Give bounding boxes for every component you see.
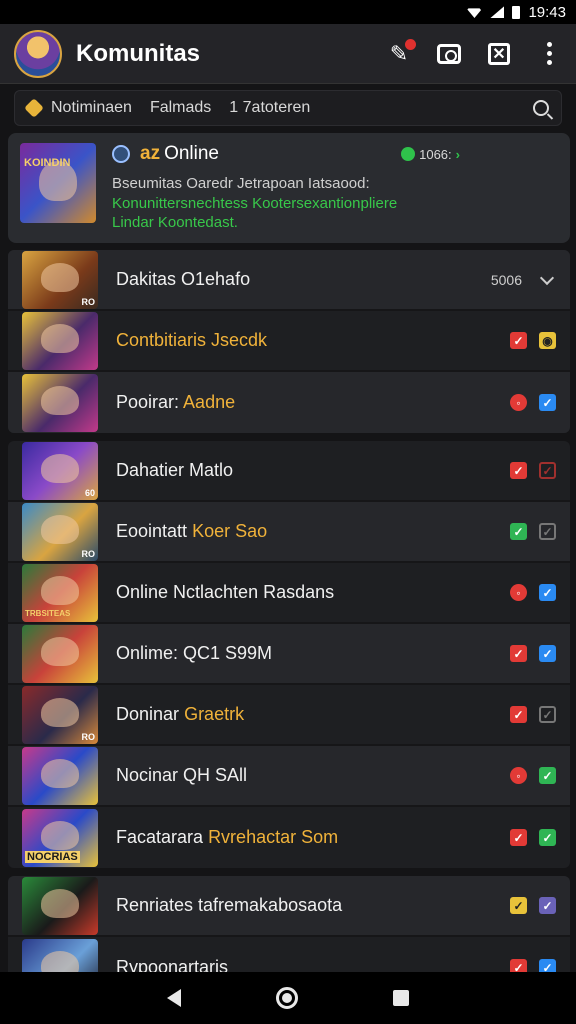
checkbox-checked[interactable]: ✓ xyxy=(539,767,556,784)
online-subtext: Konunittersnechtess Kootersexantionplier… xyxy=(112,195,398,231)
list-item[interactable]: RO Eoointatt Koer Sao ✓ ✓ xyxy=(8,502,570,563)
notification-badge xyxy=(405,38,416,50)
app-bar: Komunitas ✎ ✕ xyxy=(0,24,576,84)
online-title: Online xyxy=(164,143,219,164)
edit-icon[interactable]: ✎ xyxy=(386,38,416,67)
list-item[interactable]: Contbitiaris Jsecdk ✓ ◉ xyxy=(8,311,570,372)
camera-button[interactable] xyxy=(436,41,462,67)
list-item-label: Onlime: QC1 S99M xyxy=(116,643,273,663)
community-thumbnail xyxy=(22,624,98,683)
status-check-icon[interactable]: ✓ xyxy=(510,332,527,349)
list-item-label: Renriates tafremakabosaota xyxy=(116,895,343,915)
list-item[interactable]: NOCRIAS Facatarara Rvrehactar Som ✓ ✓ xyxy=(8,807,570,868)
globe-icon xyxy=(112,145,130,163)
status-check-icon[interactable]: ✓ xyxy=(510,897,527,914)
online-description: Bseumitas Oaredr Jetrapoan Iatsaood: xyxy=(112,175,370,192)
list-item[interactable]: RO Doninar Graetrk ✓ ✓ xyxy=(8,685,570,746)
status-check-icon[interactable]: ✓ xyxy=(510,645,527,662)
list-item-label: Facatarara Rvrehactar Som xyxy=(116,827,339,847)
community-thumbnail: KOINDIN xyxy=(20,143,96,223)
checkbox-checked[interactable]: ✓ xyxy=(539,645,556,662)
thumbnail-label: KOINDIN xyxy=(24,157,71,169)
status-check-icon[interactable]: ✓ xyxy=(510,706,527,723)
more-menu-button[interactable] xyxy=(536,41,562,67)
page-title: Komunitas xyxy=(76,39,201,67)
list-item-header[interactable]: RO Dakitas O1ehafo 5006 xyxy=(8,250,570,311)
online-status-icon xyxy=(401,147,416,161)
checkbox-checked[interactable]: ✓ xyxy=(539,829,556,846)
chevron-right-icon: › xyxy=(455,146,460,162)
list-item[interactable]: Pooirar: Aadne ◦ ✓ xyxy=(8,372,570,433)
chevron-down-icon[interactable] xyxy=(539,270,555,285)
checkbox-checked[interactable]: ✓ xyxy=(539,584,556,601)
list-item[interactable]: Nocinar QH SAll ◦ ✓ xyxy=(8,746,570,807)
gamepad-button[interactable]: ✕ xyxy=(486,41,512,67)
filter-falmads[interactable]: Falmads xyxy=(150,99,211,117)
community-thumbnail: RO xyxy=(22,502,98,561)
list-item-label: Pooirar: Aadne xyxy=(116,392,236,412)
list-item-label: Doninar Graetrk xyxy=(116,704,245,724)
app-bar-actions: ✎ ✕ xyxy=(386,38,562,67)
community-thumbnail: NOCRIAS xyxy=(22,808,98,867)
community-thumbnail: TRBSITEAS xyxy=(22,563,98,622)
status-check-icon[interactable]: ✓ xyxy=(510,523,527,540)
checkbox-unchecked[interactable]: ✓ xyxy=(539,706,556,723)
camera-icon xyxy=(437,43,461,64)
filter-notifications[interactable]: Notiminaen xyxy=(51,99,132,117)
community-thumbnail xyxy=(22,373,98,432)
checkbox-unchecked[interactable]: ✓ xyxy=(539,462,556,479)
wifi-icon xyxy=(466,8,483,18)
checkbox-checked[interactable]: ✓ xyxy=(539,897,556,914)
list-item-label: Dahatier Matlo xyxy=(116,460,234,480)
online-card[interactable]: KOINDIN az Online 1066: › Bseumitas Oare… xyxy=(8,133,570,243)
system-nav-bar xyxy=(0,972,576,1024)
alert-icon[interactable]: ◦ xyxy=(510,767,527,784)
list-item-label: Eoointatt Koer Sao xyxy=(116,521,268,541)
community-list: RO Dakitas O1ehafo 5006 Contbitiaris Jse… xyxy=(8,250,570,1006)
alert-icon[interactable]: ◦ xyxy=(510,584,527,601)
signal-icon xyxy=(490,6,505,18)
list-item-label: Nocinar QH SAll xyxy=(116,765,248,785)
list-item-label: Online Nctlachten Rasdans xyxy=(116,582,335,602)
back-icon[interactable] xyxy=(167,989,182,1007)
more-vert-icon xyxy=(546,42,552,65)
recents-icon[interactable] xyxy=(392,990,409,1006)
list-item[interactable]: Onlime: QC1 S99M ✓ ✓ xyxy=(8,624,570,685)
status-time: 19:43 xyxy=(528,3,566,21)
checkbox-checked[interactable]: ✓ xyxy=(539,394,556,411)
list-item[interactable]: Renriates tafremakabosaota ✓ ✓ xyxy=(8,876,570,937)
list-item-label: Dakitas O1ehafo xyxy=(116,269,251,289)
status-check-icon[interactable]: ✓ xyxy=(510,462,527,479)
list-item[interactable]: 60 Dahatier Matlo ✓ ✓ xyxy=(8,441,570,502)
search-bar[interactable]: Notiminaen Falmads 1 7atoteren xyxy=(14,90,562,126)
home-icon[interactable] xyxy=(275,987,298,1009)
online-count: 1066: › xyxy=(401,147,558,162)
community-thumbnail xyxy=(22,311,98,370)
community-thumbnail xyxy=(22,876,98,935)
filter-third[interactable]: 1 7atoteren xyxy=(229,99,310,117)
list-item[interactable]: TRBSITEAS Online Nctlachten Rasdans ◦ ✓ xyxy=(8,563,570,624)
bookmark-icon[interactable]: ◉ xyxy=(539,332,556,349)
member-count: 5006 xyxy=(490,271,522,288)
checkbox-unchecked[interactable]: ✓ xyxy=(539,523,556,540)
avatar[interactable] xyxy=(14,29,62,78)
list-group: 60 Dahatier Matlo ✓ ✓ RO Eoointatt Koer … xyxy=(8,441,570,868)
community-thumbnail xyxy=(22,746,98,805)
list-group: RO Dakitas O1ehafo 5006 Contbitiaris Jse… xyxy=(8,250,570,433)
status-bar: 19:43 xyxy=(0,0,576,24)
xbox-icon: ✕ xyxy=(488,42,510,65)
alert-icon[interactable]: ◦ xyxy=(510,394,527,411)
status-check-icon[interactable]: ✓ xyxy=(510,829,527,846)
online-prefix: az xyxy=(140,143,161,164)
community-thumbnail: 60 xyxy=(22,441,98,500)
list-item-label: Contbitiaris Jsecdk xyxy=(116,330,268,350)
tag-icon xyxy=(24,98,44,118)
community-thumbnail: RO xyxy=(22,685,98,744)
search-icon[interactable] xyxy=(533,100,549,116)
community-thumbnail: RO xyxy=(22,250,98,309)
battery-icon xyxy=(512,5,521,19)
